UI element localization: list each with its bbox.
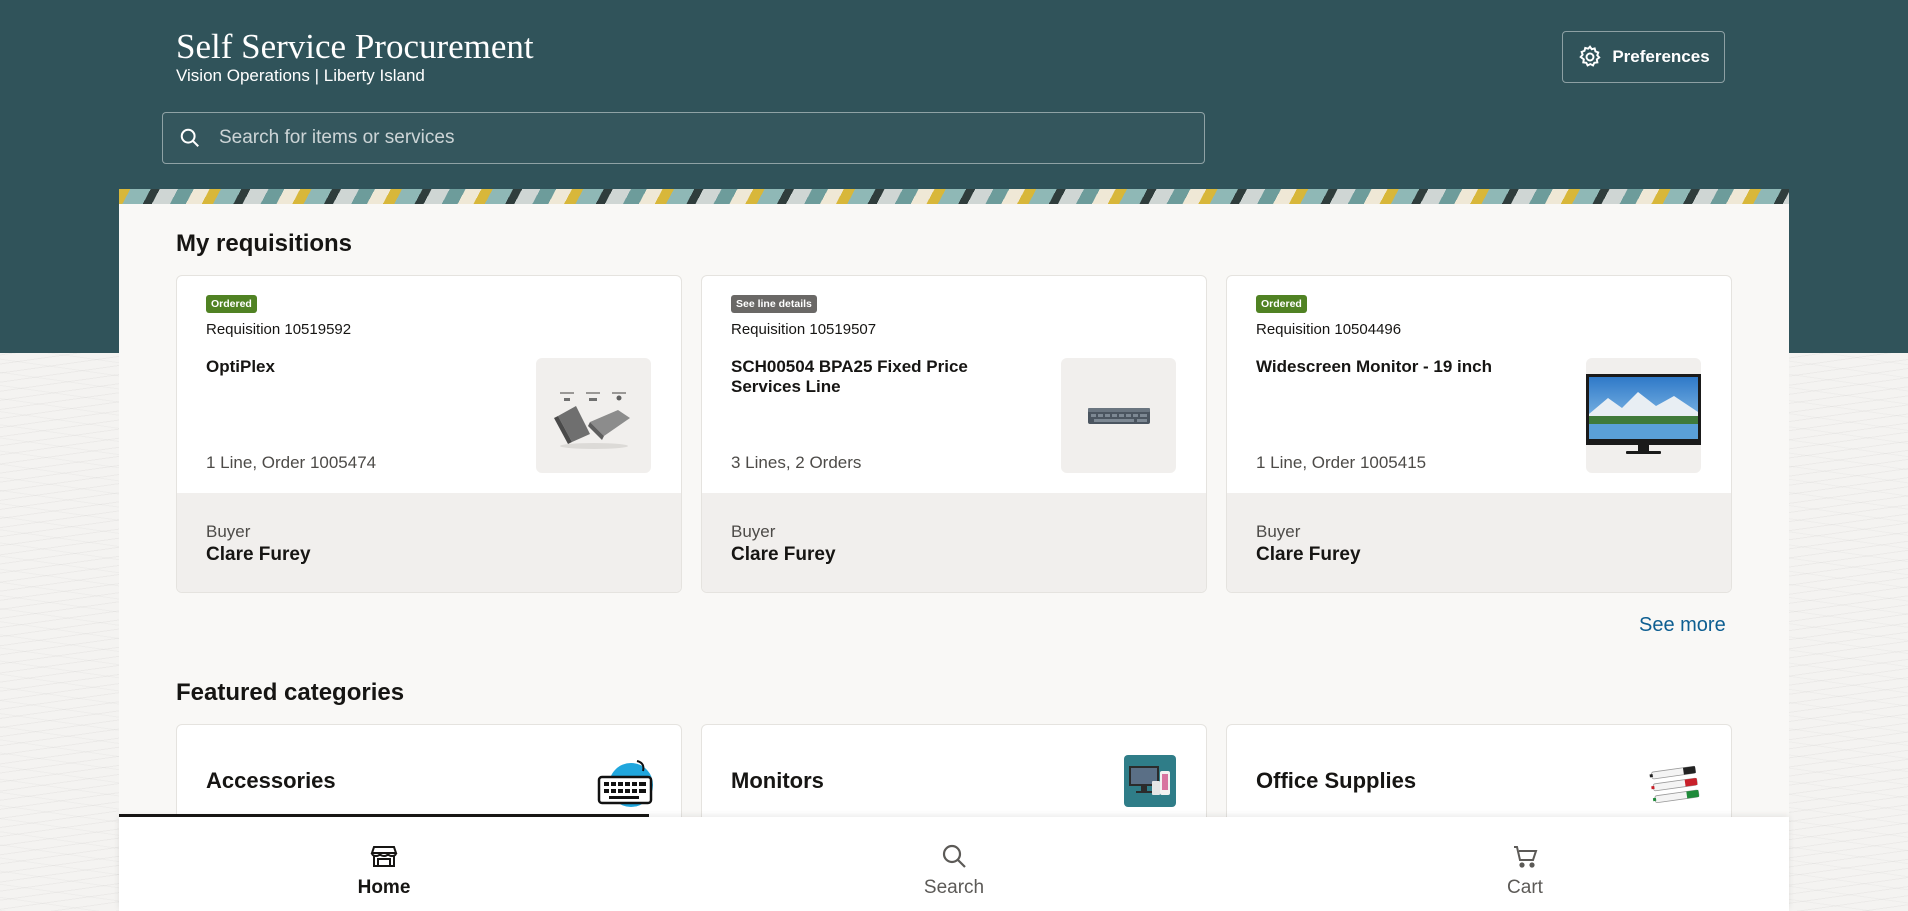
card-footer: Buyer Clare Furey <box>1227 493 1731 592</box>
search-input[interactable] <box>217 112 1204 164</box>
store-icon <box>370 846 398 867</box>
buyer-name: Clare Furey <box>1256 544 1361 565</box>
computer-parts-icon <box>554 392 630 449</box>
item-thumbnail <box>1586 358 1701 473</box>
decorative-banner <box>119 189 1789 204</box>
nav-home-label: Home <box>357 877 411 898</box>
preferences-button[interactable]: Preferences <box>1562 31 1725 83</box>
featured-categories-title: Featured categories <box>176 679 405 706</box>
cart-icon <box>1514 846 1538 868</box>
category-label: Monitors <box>731 768 824 793</box>
markers-icon <box>1649 765 1700 804</box>
search-icon <box>180 128 199 147</box>
nav-search-label: Search <box>923 877 985 898</box>
keyboard-icon <box>1088 408 1150 424</box>
buyer-name: Clare Furey <box>206 544 311 565</box>
gear-icon <box>1579 45 1601 67</box>
nav-cart-label: Cart <box>1507 877 1543 898</box>
requisition-number: Requisition 10519592 <box>206 321 352 338</box>
buyer-label: Buyer <box>206 522 251 541</box>
line-summary: 1 Line, Order 1005474 <box>206 453 377 472</box>
requisition-card[interactable]: See line details Requisition 10519507 SC… <box>701 275 1207 593</box>
nav-home[interactable]: Home <box>234 817 534 911</box>
item-thumbnail <box>1061 358 1176 473</box>
nav-cart[interactable]: Cart <box>1375 817 1675 911</box>
app-title: Self Service Procurement <box>176 27 534 66</box>
requisition-card[interactable]: Ordered Requisition 10519592 OptiPlex 1 … <box>176 275 682 593</box>
app-subtitle: Vision Operations | Liberty Island <box>176 66 425 85</box>
buyer-label: Buyer <box>731 522 776 541</box>
status-badge: Ordered <box>206 295 257 313</box>
item-thumbnail <box>536 358 651 473</box>
card-footer: Buyer Clare Furey <box>177 493 681 592</box>
monitor-icon <box>1586 374 1701 454</box>
requisition-number: Requisition 10504496 <box>1256 321 1402 338</box>
main-panel: My requisitions Ordered Requisition 1051… <box>119 189 1789 911</box>
monitor-icon <box>1124 755 1176 807</box>
item-name: Widescreen Monitor - 19 inch <box>1256 357 1492 376</box>
search-icon <box>942 844 966 868</box>
status-badge: See line details <box>731 295 817 313</box>
requisition-number: Requisition 10519507 <box>731 321 877 338</box>
card-footer: Buyer Clare Furey <box>702 493 1206 592</box>
buyer-name: Clare Furey <box>731 544 836 565</box>
search-bar[interactable] <box>162 112 1205 164</box>
status-badge: Ordered <box>1256 295 1307 313</box>
buyer-label: Buyer <box>1256 522 1301 541</box>
bottom-navigation: Home Search Cart <box>119 814 1789 911</box>
preferences-label: Preferences <box>1612 47 1710 66</box>
item-name: SCH00504 BPA25 Fixed Price Services Line <box>731 357 968 396</box>
line-summary: 1 Line, Order 1005415 <box>1256 453 1427 472</box>
requisition-card[interactable]: Ordered Requisition 10504496 Widescreen … <box>1226 275 1732 593</box>
keyboard-icon <box>597 760 653 807</box>
item-name: OptiPlex <box>206 357 275 376</box>
nav-search[interactable]: Search <box>804 817 1104 911</box>
category-label: Accessories <box>206 768 336 793</box>
line-summary: 3 Lines, 2 Orders <box>731 453 862 472</box>
requisitions-title: My requisitions <box>176 230 353 257</box>
category-label: Office Supplies <box>1256 768 1417 793</box>
see-more-link[interactable]: See more <box>1639 614 1726 637</box>
